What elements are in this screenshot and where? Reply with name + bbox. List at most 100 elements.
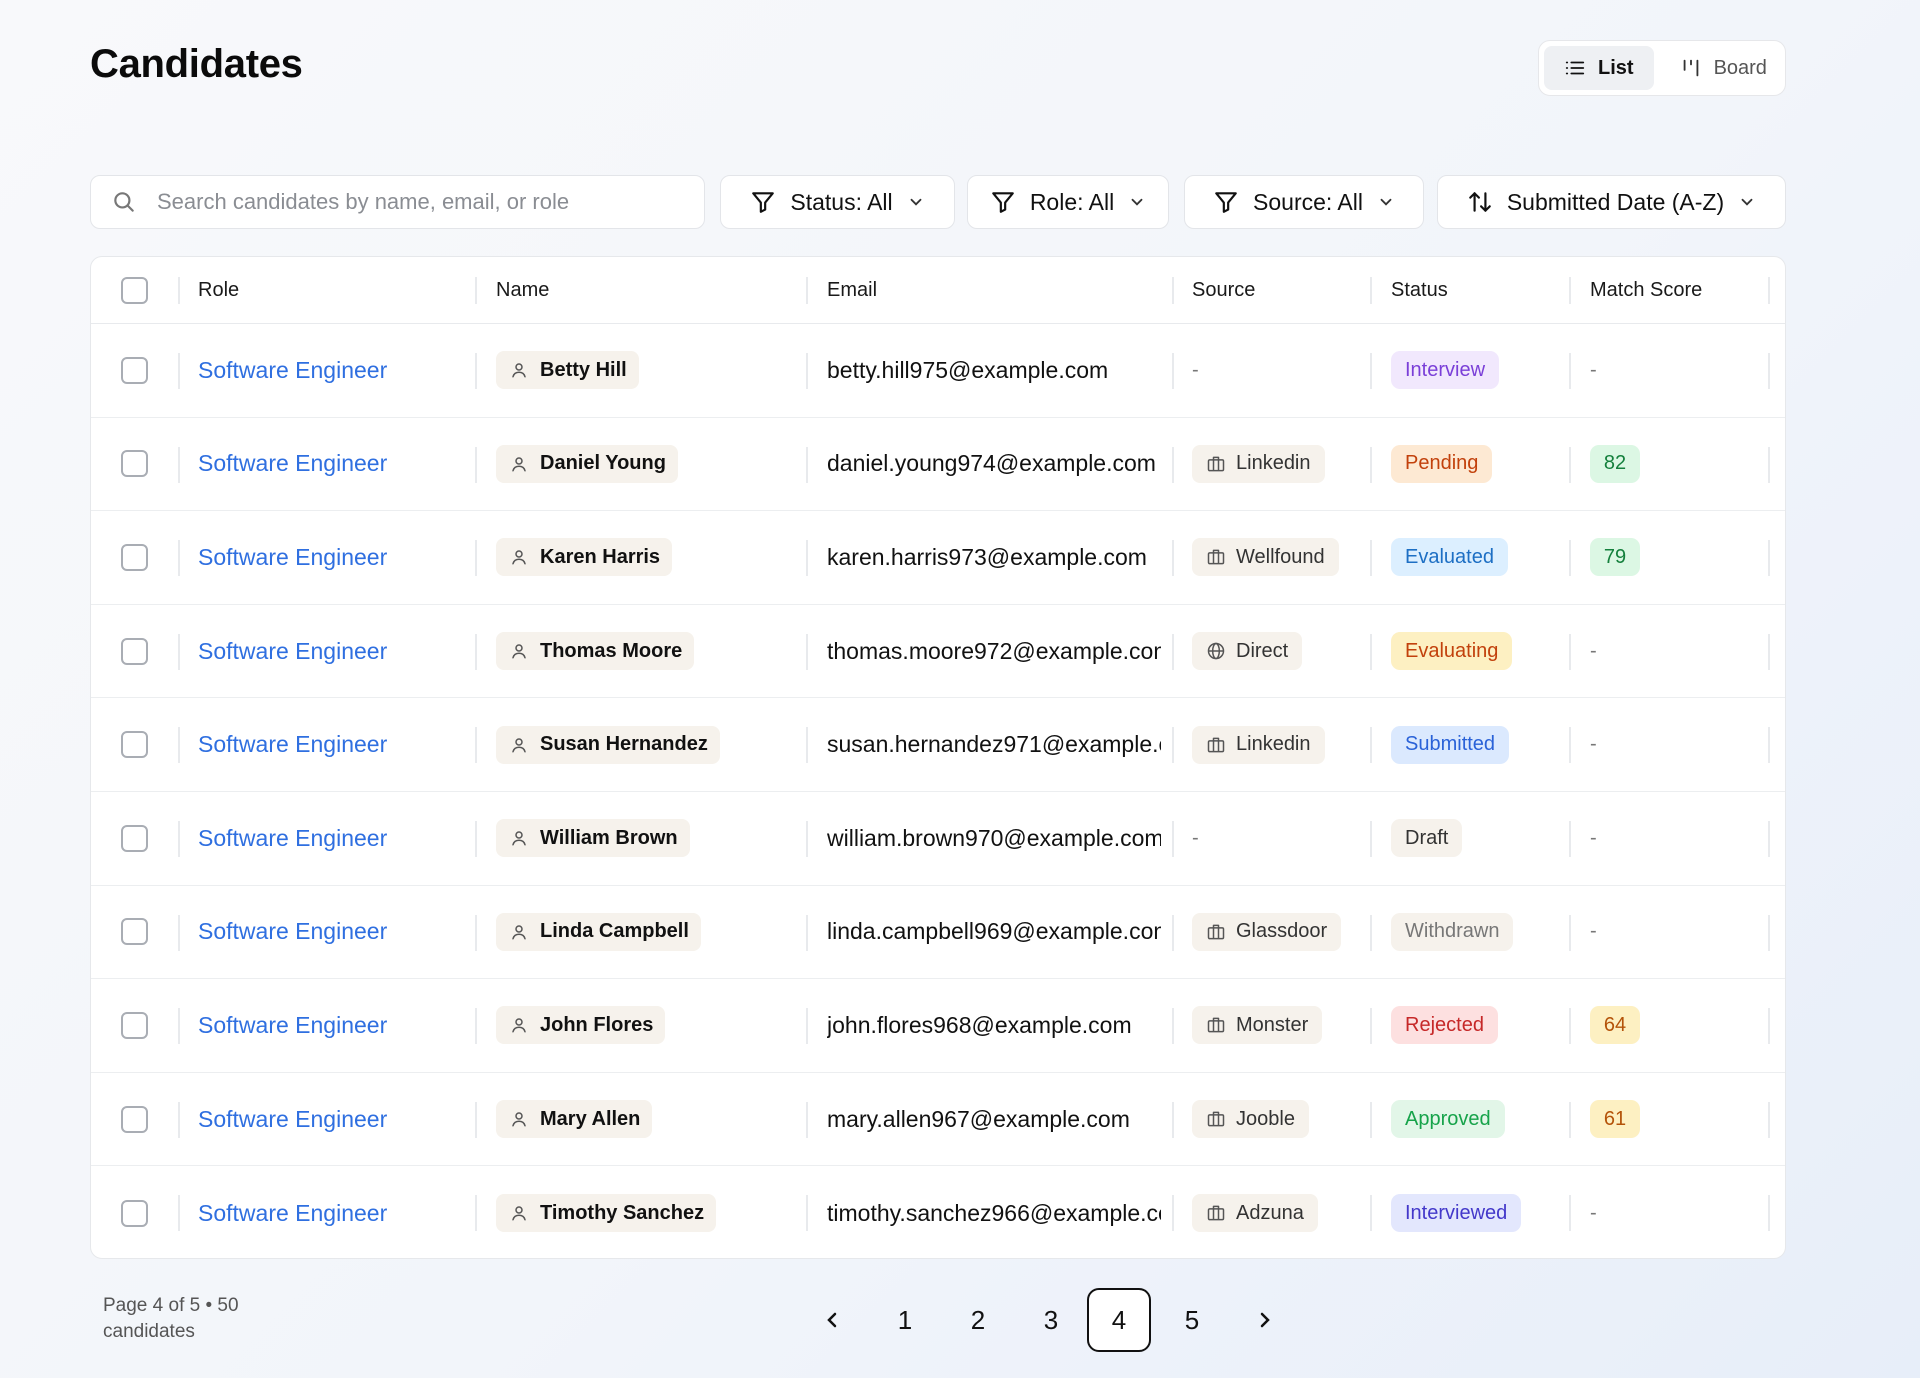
candidate-name: John Flores (540, 1013, 654, 1036)
source-label: Wellfound (1236, 545, 1325, 568)
role-link[interactable]: Software Engineer (198, 731, 387, 758)
column-divider (1768, 1101, 1770, 1138)
table-row[interactable]: Software Engineer Betty Hill betty.hill975… (91, 324, 1785, 418)
row-checkbox[interactable] (121, 1011, 148, 1039)
row-checkbox[interactable] (121, 637, 148, 665)
select-all-checkbox[interactable] (121, 277, 148, 304)
status-filter-dropdown[interactable]: Status: All (720, 175, 955, 229)
search-input[interactable] (157, 189, 677, 215)
role-link[interactable]: Software Engineer (198, 1012, 387, 1039)
name-cell: Thomas Moore (496, 605, 796, 698)
role-link[interactable]: Software Engineer (198, 1106, 387, 1133)
role-cell: Software Engineer (198, 324, 458, 417)
role-link[interactable]: Software Engineer (198, 825, 387, 852)
row-checkbox[interactable] (121, 824, 148, 852)
row-checkbox[interactable] (121, 731, 148, 759)
column-divider (1172, 914, 1174, 951)
column-divider (1370, 633, 1372, 670)
role-link[interactable]: Software Engineer (198, 918, 387, 945)
role-cell: Software Engineer (198, 886, 458, 979)
column-divider (1569, 727, 1571, 764)
previous-page-button[interactable] (800, 1288, 864, 1352)
column-divider (1768, 446, 1770, 483)
column-header-match-score[interactable]: Match Score (1590, 257, 1702, 324)
candidate-name-chip[interactable]: Linda Campbell (496, 912, 701, 951)
column-divider (806, 914, 808, 951)
page-button-3[interactable]: 3 (1019, 1288, 1083, 1352)
match-score-badge: 61 (1590, 1100, 1640, 1139)
candidate-name-chip[interactable]: John Flores (496, 1006, 666, 1045)
column-header-name[interactable]: Name (496, 257, 549, 324)
status-badge: Evaluated (1391, 538, 1508, 577)
column-divider (1370, 1101, 1372, 1138)
column-divider (1370, 353, 1372, 389)
user-icon (512, 925, 526, 940)
candidate-name-chip[interactable]: Daniel Young (496, 444, 678, 483)
candidate-name-chip[interactable]: Timothy Sanchez (496, 1194, 717, 1233)
globe-icon (1207, 642, 1225, 660)
candidate-name-chip[interactable]: Susan Hernandez (496, 725, 720, 764)
candidate-email: betty.hill975@example.com (827, 356, 1109, 383)
row-checkbox[interactable] (121, 1105, 148, 1133)
role-link[interactable]: Software Engineer (198, 450, 387, 477)
match-score-cell: 79 (1590, 511, 1760, 604)
row-checkbox[interactable] (121, 1199, 148, 1227)
column-divider (1768, 914, 1770, 951)
table-row[interactable]: Software Engineer William Brown william.br… (91, 792, 1785, 886)
status-cell: Evaluated (1391, 511, 1571, 604)
table-row[interactable]: Software Engineer Timothy Sanchez timothy.… (91, 1166, 1785, 1258)
column-divider (475, 1195, 477, 1232)
column-divider (806, 727, 808, 764)
sort-dropdown[interactable]: Submitted Date (A-Z) (1437, 175, 1786, 229)
row-checkbox[interactable] (121, 356, 148, 384)
candidate-email: william.brown970@example.com (827, 824, 1161, 851)
source-label: Adzuna (1236, 1201, 1304, 1224)
candidate-name: Daniel Young (540, 452, 666, 475)
column-divider (178, 914, 180, 951)
row-checkbox[interactable] (121, 543, 148, 571)
table-row[interactable]: Software Engineer Karen Harris karen.harri… (91, 511, 1785, 605)
table-row[interactable]: Software Engineer John Flores john.flores9… (91, 979, 1785, 1073)
page-button-1[interactable]: 1 (873, 1288, 937, 1352)
user-icon (512, 1206, 526, 1221)
table-row[interactable]: Software Engineer Mary Allen mary.allen967… (91, 1073, 1785, 1167)
source-cell: - (1192, 324, 1372, 417)
role-link[interactable]: Software Engineer (198, 1200, 387, 1227)
column-divider (1172, 446, 1174, 483)
column-header-source[interactable]: Source (1192, 257, 1255, 324)
name-cell: Karen Harris (496, 511, 796, 604)
board-view-button[interactable]: Board (1660, 46, 1787, 90)
page-button-5[interactable]: 5 (1160, 1288, 1224, 1352)
column-header-role[interactable]: Role (198, 257, 239, 324)
table-row[interactable]: Software Engineer Linda Campbell linda.cam… (91, 886, 1785, 980)
row-checkbox[interactable] (121, 918, 148, 946)
candidate-name-chip[interactable]: Thomas Moore (496, 632, 695, 671)
page-button-4-current[interactable]: 4 (1087, 1288, 1151, 1352)
candidate-name: Thomas Moore (540, 639, 683, 662)
column-header-status[interactable]: Status (1391, 257, 1448, 324)
candidate-email: daniel.young974@example.com (827, 450, 1156, 477)
source-filter-dropdown[interactable]: Source: All (1184, 175, 1424, 229)
table-row[interactable]: Software Engineer Thomas Moore thomas.moor… (91, 605, 1785, 699)
table-row[interactable]: Software Engineer Susan Hernandez susan.he… (91, 698, 1785, 792)
list-view-button[interactable]: List (1544, 46, 1654, 90)
column-divider (1569, 353, 1571, 389)
column-divider (1569, 1195, 1571, 1232)
row-checkbox[interactable] (121, 450, 148, 478)
candidate-name-chip[interactable]: Betty Hill (496, 351, 639, 390)
column-divider (475, 1101, 477, 1138)
candidate-name-chip[interactable]: William Brown (496, 819, 690, 858)
role-link[interactable]: Software Engineer (198, 638, 387, 665)
role-link[interactable]: Software Engineer (198, 357, 387, 384)
next-page-button[interactable] (1233, 1288, 1297, 1352)
column-header-email[interactable]: Email (827, 257, 877, 324)
role-link[interactable]: Software Engineer (198, 544, 387, 571)
toolbar: Status: All Role: All Source: All Submit… (90, 175, 1786, 229)
page-button-2[interactable]: 2 (946, 1288, 1010, 1352)
column-divider (806, 277, 808, 304)
table-row[interactable]: Software Engineer Daniel Young daniel.youn… (91, 418, 1785, 512)
role-filter-dropdown[interactable]: Role: All (967, 175, 1169, 229)
candidate-name-chip[interactable]: Karen Harris (496, 538, 673, 577)
candidate-name-chip[interactable]: Mary Allen (496, 1100, 653, 1139)
email-cell: betty.hill975@example.com (827, 324, 1161, 417)
